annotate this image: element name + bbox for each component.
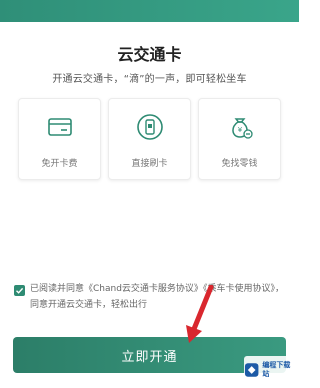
phone-card-icon <box>136 114 163 140</box>
feature-card-free-fee: 免开卡费 <box>18 98 101 180</box>
red-arrow-annotation <box>186 285 214 343</box>
feature-label: 免开卡费 <box>41 159 78 169</box>
watermark-logo-icon <box>244 363 259 377</box>
feature-card-no-change: ¥ 免找零钱 <box>198 98 281 180</box>
consent-checkbox[interactable] <box>14 285 25 296</box>
svg-text:¥: ¥ <box>237 126 242 134</box>
watermark: 编程下载站 <box>244 356 296 384</box>
check-icon <box>16 287 24 294</box>
consent-text: 已阅读并同意《Chand云交通卡服务协议》《乘车卡使用协议》，同意开通云交通卡，… <box>30 281 288 313</box>
consent-prefix: 已阅读并同意 <box>30 284 85 294</box>
feature-card-direct-swipe: 直接刷卡 <box>108 98 191 180</box>
feature-label: 直接刷卡 <box>131 159 168 169</box>
page-subtitle: 开通云交通卡，“滴”的一声，即可轻松坐车 <box>52 74 247 85</box>
money-bag-icon: ¥ <box>231 118 253 139</box>
feature-label: 免找零钱 <box>221 159 258 169</box>
card-icon <box>47 118 72 136</box>
page-title: 云交通卡 <box>117 45 182 64</box>
top-strip <box>0 0 299 22</box>
watermark-text: 编程下载站 <box>262 361 291 378</box>
